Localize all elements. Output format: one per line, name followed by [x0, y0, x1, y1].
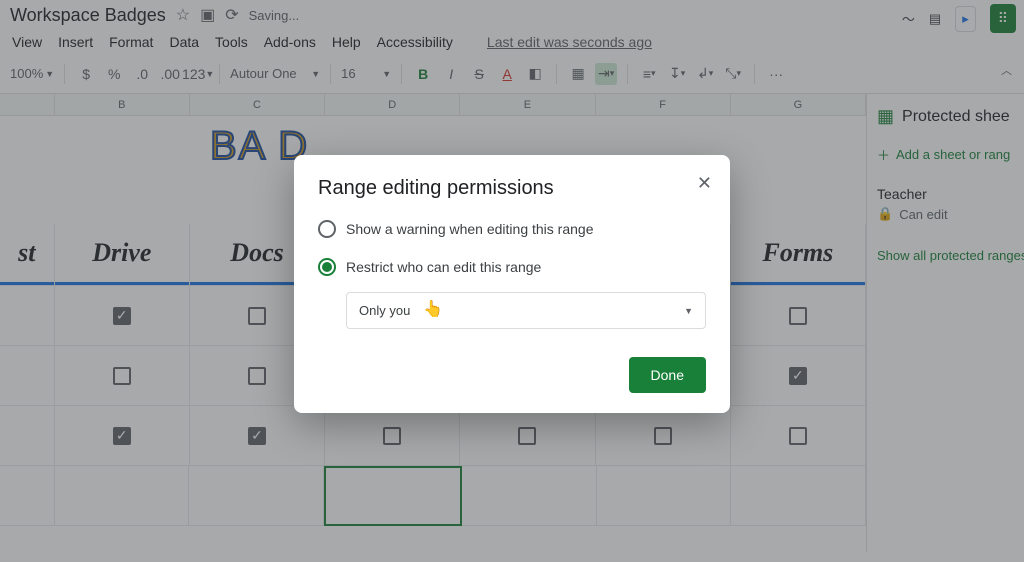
permissions-dropdown[interactable]: Only you 👆 ▼: [346, 292, 706, 329]
radio-selected-icon[interactable]: [318, 258, 336, 276]
radio-unselected-icon[interactable]: [318, 220, 336, 238]
chevron-down-icon: ▼: [684, 306, 693, 316]
done-button[interactable]: Done: [629, 357, 706, 393]
modal-overlay: Range editing permissions ✕ Show a warni…: [0, 0, 1024, 562]
option-show-warning[interactable]: Show a warning when editing this range: [318, 220, 706, 238]
close-icon[interactable]: ✕: [697, 173, 712, 194]
range-permissions-dialog: Range editing permissions ✕ Show a warni…: [294, 155, 730, 413]
dialog-title: Range editing permissions: [318, 177, 706, 200]
dropdown-value: Only you: [359, 303, 410, 318]
cursor-pointer-icon: 👆: [423, 299, 443, 319]
option-restrict-edit[interactable]: Restrict who can edit this range: [318, 258, 706, 276]
